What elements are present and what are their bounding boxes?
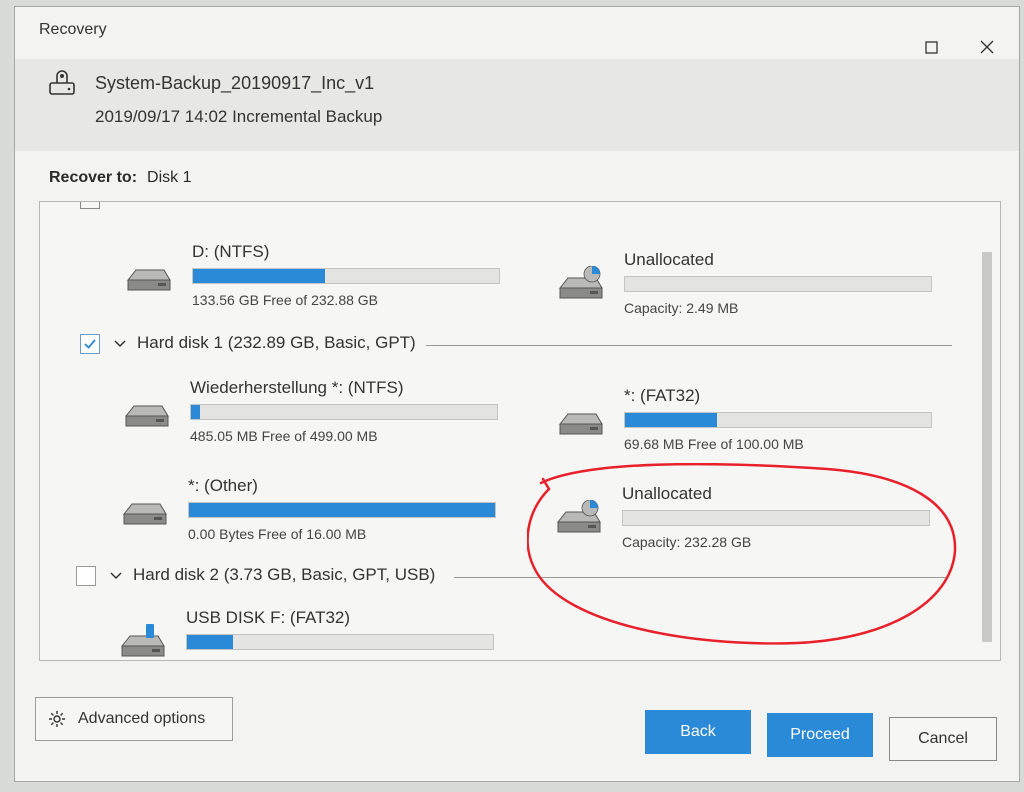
clipped-disk-row (80, 202, 400, 210)
partition-name: Unallocated (624, 250, 714, 269)
drive-icon (126, 269, 171, 291)
backup-header: System-Backup_20190917_Inc_v1 2019/09/17… (15, 59, 1019, 151)
disk-row-hard-disk-2: Hard disk 2 (3.73 GB, Basic, GPT, USB) (76, 565, 956, 590)
usb-drive-icon (120, 624, 165, 657)
usage-bar (188, 502, 496, 518)
recover-to-label: Recover to: (49, 169, 138, 186)
scrollbar[interactable] (982, 252, 992, 642)
clipped-disk-label (136, 201, 416, 202)
clipped-checkbox (80, 202, 100, 209)
checkmark-icon (84, 339, 96, 349)
drive-icon (124, 405, 169, 427)
partition-info: Capacity: 2.49 MB (624, 300, 739, 316)
usage-bar (624, 412, 932, 428)
usage-bar (190, 404, 498, 420)
partition-info: 485.05 MB Free of 499.00 MB (190, 428, 378, 444)
partition-name: D: (NTFS) (192, 242, 270, 261)
divider (454, 577, 948, 578)
window-title: Recovery (39, 21, 107, 38)
chevron-down-icon[interactable] (112, 336, 128, 352)
advanced-options-label: Advanced options (78, 710, 206, 727)
partition-name: *: (FAT32) (624, 386, 701, 405)
drive-icon (122, 503, 167, 525)
recovery-window: Recovery System-Backup_20190917_Inc_v1 2… (14, 6, 1020, 782)
drive-icon (558, 413, 603, 435)
recover-to-value: Disk 1 (147, 169, 192, 186)
partition-other[interactable]: *: (Other) 0.00 Bytes Free of 16.00 MB (120, 476, 496, 546)
partition-info: 133.56 GB Free of 232.88 GB (192, 292, 379, 308)
partition-name: USB DISK F: (FAT32) (186, 608, 351, 627)
close-icon (980, 40, 994, 54)
partition-d-ntfs[interactable]: D: (NTFS) 133.56 GB Free of 232.88 GB (124, 242, 500, 312)
partition-usb-disk-f[interactable]: USB DISK F: (FAT32) (118, 608, 494, 660)
usage-fill (191, 405, 201, 419)
partition-name: Wiederherstellung *: (NTFS) (190, 378, 404, 397)
partition-info: Capacity: 232.28 GB (622, 534, 752, 550)
usage-fill (187, 635, 233, 649)
partition-unallocated-top[interactable]: Unallocated Capacity: 2.49 MB (556, 250, 932, 320)
partition-info: 69.68 MB Free of 100.00 MB (624, 436, 804, 452)
usage-bar (622, 510, 930, 526)
divider (426, 345, 952, 346)
disk-checkbox[interactable] (80, 334, 100, 354)
unallocated-drive-icon (556, 500, 601, 533)
usage-bar (192, 268, 500, 284)
unallocated-drive-icon (558, 266, 603, 299)
destination-list[interactable]: D: (NTFS) 133.56 GB Free of 232.88 GB Un… (39, 201, 1001, 661)
title-bar: Recovery (15, 7, 1019, 59)
disk-checkbox[interactable] (76, 566, 96, 586)
usage-fill (625, 413, 717, 427)
usage-fill (189, 503, 495, 517)
partition-fat32[interactable]: *: (FAT32) 69.68 MB Free of 100.00 MB (556, 386, 932, 456)
maximize-button[interactable] (917, 35, 945, 59)
partition-name: *: (Other) (188, 476, 258, 495)
advanced-options-button[interactable]: Advanced options (35, 697, 233, 741)
maximize-icon (924, 40, 938, 54)
partition-wiederherstellung[interactable]: Wiederherstellung *: (NTFS) 485.05 MB Fr… (122, 378, 498, 448)
usage-bar (186, 634, 494, 650)
cancel-button[interactable]: Cancel (889, 717, 997, 761)
disk-label: Hard disk 1 (232.89 GB, Basic, GPT) (137, 333, 416, 352)
back-button[interactable]: Back (645, 710, 751, 754)
partition-name: Unallocated (622, 484, 712, 503)
usage-fill (193, 269, 325, 283)
partition-unallocated-disk1[interactable]: Unallocated Capacity: 232.28 GB (554, 484, 930, 554)
disk-label: Hard disk 2 (3.73 GB, Basic, GPT, USB) (133, 565, 436, 584)
close-button[interactable] (973, 35, 1001, 59)
disk-backup-icon (49, 70, 75, 95)
recover-to: Recover to: Disk 1 (49, 169, 191, 187)
chevron-down-icon[interactable] (108, 568, 124, 584)
usage-bar (624, 276, 932, 292)
disk-row-hard-disk-1: Hard disk 1 (232.89 GB, Basic, GPT) (80, 333, 960, 358)
proceed-button[interactable]: Proceed (767, 713, 873, 757)
partition-info: 0.00 Bytes Free of 16.00 MB (188, 526, 367, 542)
backup-name: System-Backup_20190917_Inc_v1 (95, 73, 375, 93)
gear-icon (49, 711, 65, 727)
backup-description: 2019/09/17 14:02 Incremental Backup (95, 107, 383, 126)
